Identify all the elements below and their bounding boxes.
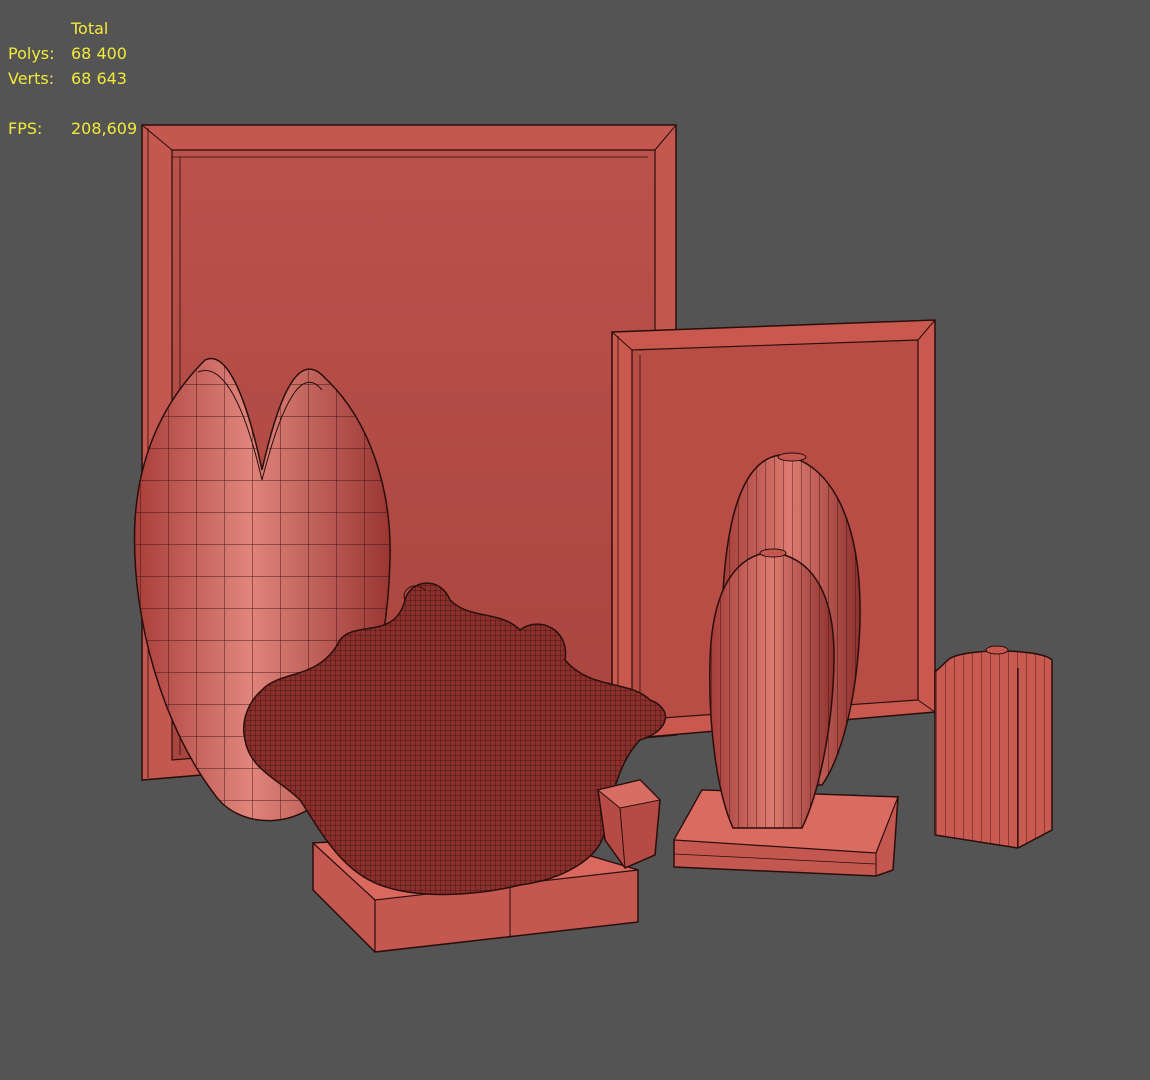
polys-value: 68 400 xyxy=(71,44,127,63)
square-vase[interactable] xyxy=(934,645,1053,849)
fps-value: 208,609 xyxy=(71,119,138,138)
viewport[interactable]: Total Polys: 68 400 Verts: 68 643 FPS: 2… xyxy=(0,0,1150,1080)
short-vase[interactable] xyxy=(709,548,835,829)
verts-value: 68 643 xyxy=(71,69,127,88)
polys-label: Polys: xyxy=(8,44,55,63)
small-geometric-vase[interactable] xyxy=(596,779,662,869)
fps-label: FPS: xyxy=(8,119,43,138)
scene-render[interactable] xyxy=(0,0,1150,1080)
verts-label: Verts: xyxy=(8,69,55,88)
stats-header: Total xyxy=(71,19,109,38)
